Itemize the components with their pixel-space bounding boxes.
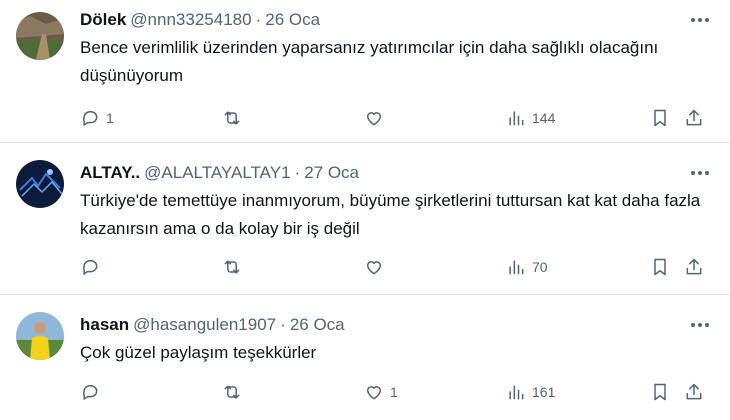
- retweet-button[interactable]: [222, 255, 248, 279]
- views-button[interactable]: 161: [506, 380, 555, 404]
- bookmark-icon: [654, 383, 666, 401]
- reply-icon: [83, 260, 98, 275]
- views-count: 161: [532, 384, 556, 400]
- bookmark-button[interactable]: [650, 106, 670, 130]
- bookmark-button[interactable]: [650, 255, 670, 279]
- heart-icon: [367, 112, 381, 126]
- author-handle[interactable]: @hasangulen1907: [133, 315, 276, 335]
- action-bar: 1 161: [0, 380, 730, 404]
- bookmark-icon: [654, 109, 666, 127]
- avatar[interactable]: [16, 160, 64, 208]
- avatar[interactable]: [16, 12, 64, 60]
- tweet[interactable]: hasan @hasangulen1907 · 26 Oca Çok güzel…: [0, 295, 730, 420]
- like-button[interactable]: 1: [364, 380, 398, 404]
- action-bar: 70: [0, 255, 730, 279]
- tweet[interactable]: ALTAY.. @ALALTAYALTAY1 · 27 Oca Türkiye'…: [0, 143, 730, 295]
- retweet-button[interactable]: [222, 106, 248, 130]
- bookmark-icon: [654, 258, 666, 276]
- reply-icon: [83, 111, 98, 126]
- reply-button[interactable]: [80, 255, 106, 279]
- retweet-icon: [224, 260, 240, 274]
- author-name[interactable]: Dölek: [80, 10, 126, 30]
- action-bar: 1 144: [0, 106, 730, 130]
- heart-icon: [367, 386, 381, 400]
- views-button[interactable]: 70: [506, 255, 548, 279]
- more-icon[interactable]: [688, 315, 712, 335]
- more-icon[interactable]: [688, 163, 712, 183]
- views-count: 144: [532, 110, 556, 126]
- tweet-date[interactable]: 27 Oca: [304, 163, 359, 183]
- like-button[interactable]: [364, 106, 390, 130]
- retweet-icon: [224, 111, 240, 125]
- separator-dot: ·: [280, 315, 286, 334]
- reply-icon: [83, 385, 98, 400]
- more-icon[interactable]: [688, 10, 712, 30]
- author-handle[interactable]: @ALALTAYALTAY1: [144, 163, 290, 183]
- views-icon: [509, 260, 524, 275]
- share-icon: [686, 109, 702, 126]
- tweet[interactable]: Dölek @nnn33254180 · 26 Oca Bence veriml…: [0, 0, 730, 143]
- separator-dot: ·: [294, 163, 301, 182]
- separator-dot: ·: [255, 10, 262, 29]
- tweet-header: Dölek @nnn33254180 · 26 Oca: [80, 8, 320, 32]
- bookmark-button[interactable]: [650, 380, 670, 404]
- retweet-icon: [224, 385, 240, 399]
- author-name[interactable]: ALTAY..: [80, 163, 140, 183]
- tweet-header: hasan @hasangulen1907 · 26 Oca: [80, 313, 345, 337]
- author-name[interactable]: hasan: [80, 315, 129, 335]
- share-icon: [686, 383, 702, 400]
- author-handle[interactable]: @nnn33254180: [130, 10, 251, 30]
- tweet-date[interactable]: 26 Oca: [265, 10, 320, 30]
- views-icon: [509, 111, 524, 126]
- retweet-button[interactable]: [222, 380, 248, 404]
- reply-count: 1: [106, 110, 114, 126]
- share-button[interactable]: [684, 380, 704, 404]
- views-icon: [509, 385, 524, 400]
- views-count: 70: [532, 259, 548, 275]
- avatar[interactable]: [16, 312, 64, 360]
- like-count: 1: [390, 384, 398, 400]
- heart-icon: [367, 261, 381, 275]
- share-icon: [686, 258, 702, 275]
- views-button[interactable]: 144: [506, 106, 555, 130]
- share-button[interactable]: [684, 106, 704, 130]
- tweet-text: Çok güzel paylaşım teşekkürler: [80, 343, 317, 362]
- tweet-text: Bence verimlilik üzerinden yaparsanız ya…: [80, 38, 659, 85]
- tweet-text: Türkiye'de temettüye inanmıyorum, büyüme…: [80, 191, 701, 238]
- share-button[interactable]: [684, 255, 704, 279]
- like-button[interactable]: [364, 255, 390, 279]
- tweet-header: ALTAY.. @ALALTAYALTAY1 · 27 Oca: [80, 161, 359, 185]
- tweet-date[interactable]: 26 Oca: [290, 315, 345, 335]
- reply-button[interactable]: 1: [80, 106, 114, 130]
- reply-button[interactable]: [80, 380, 106, 404]
